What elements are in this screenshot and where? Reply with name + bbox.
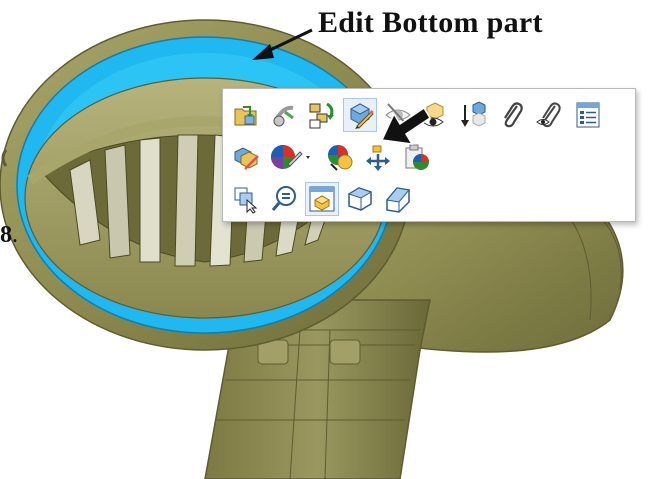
normal-to-face-icon[interactable] <box>343 182 377 216</box>
toolbar-row-2 <box>229 137 437 177</box>
select-component-icon[interactable] <box>229 182 263 216</box>
edit-part-icon[interactable] <box>343 98 377 132</box>
move-component-icon[interactable] <box>361 140 395 174</box>
open-part-icon[interactable] <box>229 98 263 132</box>
screenshot-canvas: Edit Bottom part 8. <box>0 0 650 479</box>
step-number-suffix: . <box>12 222 18 248</box>
toolbar-row-1 <box>229 95 609 135</box>
change-transparency-icon[interactable] <box>323 140 357 174</box>
callout-label: Edit Bottom part <box>318 6 543 39</box>
component-appearance-icon[interactable] <box>399 140 433 174</box>
appearance-icon[interactable] <box>267 140 313 174</box>
smart-mates-icon[interactable] <box>267 98 301 132</box>
view-attachment-icon[interactable] <box>533 98 567 132</box>
edit-component-icon[interactable] <box>229 140 263 174</box>
zoom-to-selection-icon[interactable] <box>267 182 301 216</box>
view-orientation-icon[interactable] <box>381 182 415 216</box>
insert-part-icon[interactable] <box>305 182 339 216</box>
step-number: 8. <box>0 222 18 249</box>
toolbar-row-3 <box>229 179 419 219</box>
properties-icon[interactable] <box>571 98 605 132</box>
context-toolbar <box>222 88 636 222</box>
move-down-icon[interactable] <box>457 98 491 132</box>
assembly-structure-icon[interactable] <box>305 98 339 132</box>
hide-components-icon[interactable] <box>381 98 415 132</box>
attach-icon[interactable] <box>495 98 529 132</box>
graphics-area[interactable] <box>0 0 650 479</box>
step-number-value: 8 <box>0 222 12 248</box>
isolate-icon[interactable] <box>419 98 453 132</box>
